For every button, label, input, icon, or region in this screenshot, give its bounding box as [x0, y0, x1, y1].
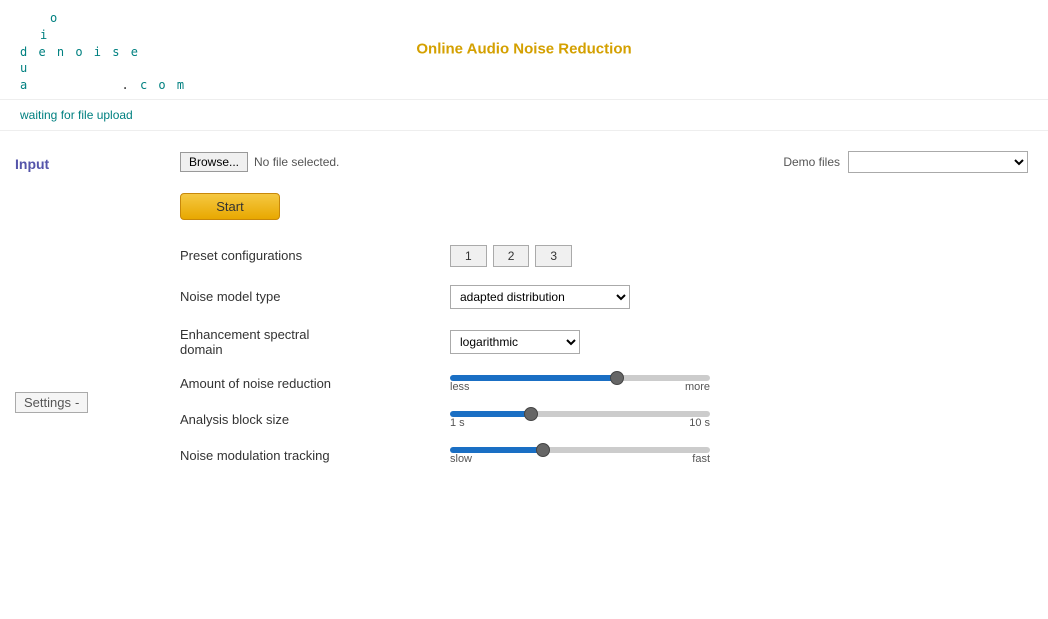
browse-button[interactable]: Browse...	[180, 152, 248, 172]
noise-model-select[interactable]: adapted distribution option2	[450, 285, 630, 309]
modulation-label: Noise modulation tracking	[180, 448, 440, 463]
spectral-label: Enhancement spectraldomain	[180, 327, 440, 357]
noise-reduction-max: more	[685, 381, 710, 393]
preset-button-3[interactable]: 3	[535, 245, 572, 267]
block-size-max: 10 s	[689, 417, 710, 429]
status-bar: waiting for file upload	[0, 100, 1048, 131]
preset-buttons: 1 2 3	[450, 245, 572, 267]
modulation-row: Noise modulation tracking slow fast	[180, 447, 1028, 465]
logo: o i d e n o i s e u a . c o m	[20, 10, 186, 94]
spectral-control: logarithmic linear	[450, 330, 1028, 354]
block-size-row: Analysis block size 1 s 10 s	[180, 411, 1028, 429]
noise-model-control: adapted distribution option2	[450, 285, 1028, 309]
block-size-label: Analysis block size	[180, 412, 440, 427]
modulation-max: fast	[692, 453, 710, 465]
spectral-select[interactable]: logarithmic linear	[450, 330, 580, 354]
noise-model-label: Noise model type	[180, 289, 440, 304]
block-size-labels: 1 s 10 s	[450, 417, 710, 429]
demo-label: Demo files	[783, 155, 840, 169]
preset-row: Preset configurations 1 2 3	[180, 245, 1028, 267]
no-file-text: No file selected.	[254, 155, 339, 169]
left-panel: Input Settings -	[0, 146, 160, 483]
modulation-labels: slow fast	[450, 453, 710, 465]
input-label: Input	[15, 156, 150, 172]
status-message: waiting for file upload	[20, 108, 133, 122]
noise-reduction-min: less	[450, 381, 470, 393]
noise-reduction-labels: less more	[450, 381, 710, 393]
noise-reduction-label: Amount of noise reduction	[180, 376, 440, 391]
header: o i d e n o i s e u a . c o m Online Aud…	[0, 0, 1048, 100]
noise-reduction-slider-wrapper: less more	[450, 375, 710, 393]
noise-reduction-row: Amount of noise reduction less more	[180, 375, 1028, 393]
preset-button-1[interactable]: 1	[450, 245, 487, 267]
page-title: Online Audio Noise Reduction	[416, 41, 631, 58]
settings-toggle[interactable]: Settings -	[15, 392, 88, 413]
preset-button-2[interactable]: 2	[493, 245, 530, 267]
settings-collapse-icon: -	[75, 395, 79, 410]
right-panel: Browse... No file selected. Demo files D…	[160, 146, 1048, 483]
settings-section: Preset configurations 1 2 3 Noise model …	[180, 245, 1028, 465]
demo-select[interactable]: Demo 1 Demo 2 Demo 3	[848, 151, 1028, 173]
modulation-slider-wrapper: slow fast	[450, 447, 710, 465]
preset-label: Preset configurations	[180, 248, 440, 263]
start-button[interactable]: Start	[180, 193, 280, 220]
block-size-min: 1 s	[450, 417, 465, 429]
main-content: Input Settings - Browse... No file selec…	[0, 131, 1048, 498]
settings-label-text: Settings	[24, 395, 71, 410]
block-size-slider-wrapper: 1 s 10 s	[450, 411, 710, 429]
modulation-min: slow	[450, 453, 472, 465]
spectral-row: Enhancement spectraldomain logarithmic l…	[180, 327, 1028, 357]
noise-model-row: Noise model type adapted distribution op…	[180, 285, 1028, 309]
